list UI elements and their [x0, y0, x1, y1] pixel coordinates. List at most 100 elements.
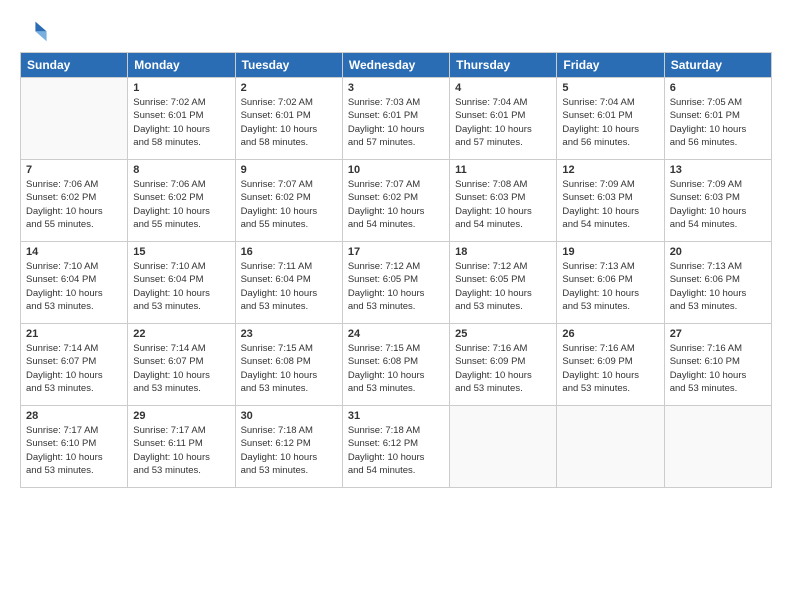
- day-info: Sunrise: 7:17 AM Sunset: 6:11 PM Dayligh…: [133, 424, 229, 477]
- day-info: Sunrise: 7:06 AM Sunset: 6:02 PM Dayligh…: [133, 178, 229, 231]
- calendar-cell: 19 Sunrise: 7:13 AM Sunset: 6:06 PM Dayli…: [557, 242, 664, 324]
- calendar-cell: 9 Sunrise: 7:07 AM Sunset: 6:02 PM Daylig…: [235, 160, 342, 242]
- day-number: 7: [26, 164, 122, 176]
- day-info: Sunrise: 7:07 AM Sunset: 6:02 PM Dayligh…: [241, 178, 337, 231]
- calendar-week-3: 14 Sunrise: 7:10 AM Sunset: 6:04 PM Dayli…: [21, 242, 772, 324]
- calendar-week-2: 7 Sunrise: 7:06 AM Sunset: 6:02 PM Daylig…: [21, 160, 772, 242]
- calendar-cell: 2Sunrise: 7:02 AM Sunset: 6:01 PM Daylig…: [235, 78, 342, 160]
- day-number: 6: [670, 82, 766, 94]
- day-info: Sunrise: 7:12 AM Sunset: 6:05 PM Dayligh…: [455, 260, 551, 313]
- calendar-cell: 8 Sunrise: 7:06 AM Sunset: 6:02 PM Daylig…: [128, 160, 235, 242]
- day-info: Sunrise: 7:14 AM Sunset: 6:07 PM Dayligh…: [133, 342, 229, 395]
- calendar-cell: 30 Sunrise: 7:18 AM Sunset: 6:12 PM Dayli…: [235, 406, 342, 488]
- day-info: Sunrise: 7:11 AM Sunset: 6:04 PM Dayligh…: [241, 260, 337, 313]
- calendar-cell: 6 Sunrise: 7:05 AM Sunset: 6:01 PM Daylig…: [664, 78, 771, 160]
- calendar-cell: 14Sunrise: 7:10 AM Sunset: 6:04 PM Dayli…: [21, 242, 128, 324]
- day-number: 10: [348, 164, 444, 176]
- day-number: 15: [133, 246, 229, 258]
- header: [20, 16, 772, 44]
- day-info: Sunrise: 7:13 AM Sunset: 6:06 PM Dayligh…: [562, 260, 658, 313]
- calendar-cell: 5Sunrise: 7:04 AM Sunset: 6:01 PM Daylig…: [557, 78, 664, 160]
- day-info: Sunrise: 7:05 AM Sunset: 6:01 PM Dayligh…: [670, 96, 766, 149]
- day-number: 30: [241, 410, 337, 422]
- calendar-cell: 17 Sunrise: 7:12 AM Sunset: 6:05 PM Dayli…: [342, 242, 449, 324]
- column-header-saturday: Saturday: [664, 53, 771, 78]
- calendar-table: SundayMondayTuesdayWednesdayThursdayFrid…: [20, 52, 772, 488]
- day-info: Sunrise: 7:09 AM Sunset: 6:03 PM Dayligh…: [562, 178, 658, 231]
- calendar-cell: 4 Sunrise: 7:04 AM Sunset: 6:01 PM Daylig…: [450, 78, 557, 160]
- day-number: 23: [241, 328, 337, 340]
- logo-icon: [20, 16, 48, 44]
- column-header-wednesday: Wednesday: [342, 53, 449, 78]
- day-number: 17: [348, 246, 444, 258]
- calendar-cell: [450, 406, 557, 488]
- column-header-thursday: Thursday: [450, 53, 557, 78]
- calendar-cell: 22Sunrise: 7:14 AM Sunset: 6:07 PM Dayli…: [128, 324, 235, 406]
- calendar-cell: 18 Sunrise: 7:12 AM Sunset: 6:05 PM Dayli…: [450, 242, 557, 324]
- calendar-cell: 21 Sunrise: 7:14 AM Sunset: 6:07 PM Dayli…: [21, 324, 128, 406]
- day-info: Sunrise: 7:15 AM Sunset: 6:08 PM Dayligh…: [241, 342, 337, 395]
- column-header-monday: Monday: [128, 53, 235, 78]
- day-info: Sunrise: 7:14 AM Sunset: 6:07 PM Dayligh…: [26, 342, 122, 395]
- day-info: Sunrise: 7:08 AM Sunset: 6:03 PM Dayligh…: [455, 178, 551, 231]
- day-number: 26: [562, 328, 658, 340]
- logo: [20, 16, 52, 44]
- day-info: Sunrise: 7:12 AM Sunset: 6:05 PM Dayligh…: [348, 260, 444, 313]
- day-number: 8: [133, 164, 229, 176]
- calendar-cell: 10 Sunrise: 7:07 AM Sunset: 6:02 PM Dayli…: [342, 160, 449, 242]
- calendar-cell: 24 Sunrise: 7:15 AM Sunset: 6:08 PM Dayli…: [342, 324, 449, 406]
- day-number: 3: [348, 82, 444, 94]
- day-info: Sunrise: 7:13 AM Sunset: 6:06 PM Dayligh…: [670, 260, 766, 313]
- day-info: Sunrise: 7:06 AM Sunset: 6:02 PM Dayligh…: [26, 178, 122, 231]
- calendar-cell: 3Sunrise: 7:03 AM Sunset: 6:01 PM Daylig…: [342, 78, 449, 160]
- calendar-cell: [664, 406, 771, 488]
- day-info: Sunrise: 7:16 AM Sunset: 6:09 PM Dayligh…: [562, 342, 658, 395]
- column-header-tuesday: Tuesday: [235, 53, 342, 78]
- day-info: Sunrise: 7:09 AM Sunset: 6:03 PM Dayligh…: [670, 178, 766, 231]
- calendar-cell: 7 Sunrise: 7:06 AM Sunset: 6:02 PM Daylig…: [21, 160, 128, 242]
- calendar-cell: 26 Sunrise: 7:16 AM Sunset: 6:09 PM Dayli…: [557, 324, 664, 406]
- day-number: 31: [348, 410, 444, 422]
- day-info: Sunrise: 7:16 AM Sunset: 6:09 PM Dayligh…: [455, 342, 551, 395]
- calendar-week-5: 28Sunrise: 7:17 AM Sunset: 6:10 PM Dayli…: [21, 406, 772, 488]
- calendar-cell: 1Sunrise: 7:02 AM Sunset: 6:01 PM Daylig…: [128, 78, 235, 160]
- calendar-cell: 13 Sunrise: 7:09 AM Sunset: 6:03 PM Dayli…: [664, 160, 771, 242]
- day-info: Sunrise: 7:18 AM Sunset: 6:12 PM Dayligh…: [241, 424, 337, 477]
- day-info: Sunrise: 7:04 AM Sunset: 6:01 PM Dayligh…: [562, 96, 658, 149]
- calendar-cell: 28Sunrise: 7:17 AM Sunset: 6:10 PM Dayli…: [21, 406, 128, 488]
- day-number: 20: [670, 246, 766, 258]
- calendar-cell: 20 Sunrise: 7:13 AM Sunset: 6:06 PM Dayli…: [664, 242, 771, 324]
- day-number: 25: [455, 328, 551, 340]
- calendar-week-4: 21 Sunrise: 7:14 AM Sunset: 6:07 PM Dayli…: [21, 324, 772, 406]
- day-number: 11: [455, 164, 551, 176]
- day-number: 13: [670, 164, 766, 176]
- day-number: 4: [455, 82, 551, 94]
- day-number: 21: [26, 328, 122, 340]
- day-number: 24: [348, 328, 444, 340]
- column-header-sunday: Sunday: [21, 53, 128, 78]
- day-info: Sunrise: 7:07 AM Sunset: 6:02 PM Dayligh…: [348, 178, 444, 231]
- day-number: 29: [133, 410, 229, 422]
- day-info: Sunrise: 7:17 AM Sunset: 6:10 PM Dayligh…: [26, 424, 122, 477]
- calendar-cell: 27 Sunrise: 7:16 AM Sunset: 6:10 PM Dayli…: [664, 324, 771, 406]
- day-number: 27: [670, 328, 766, 340]
- calendar-cell: 25 Sunrise: 7:16 AM Sunset: 6:09 PM Dayli…: [450, 324, 557, 406]
- calendar-cell: 31 Sunrise: 7:18 AM Sunset: 6:12 PM Dayli…: [342, 406, 449, 488]
- calendar-cell: 11 Sunrise: 7:08 AM Sunset: 6:03 PM Dayli…: [450, 160, 557, 242]
- day-number: 18: [455, 246, 551, 258]
- day-info: Sunrise: 7:10 AM Sunset: 6:04 PM Dayligh…: [133, 260, 229, 313]
- day-info: Sunrise: 7:02 AM Sunset: 6:01 PM Dayligh…: [241, 96, 337, 149]
- day-number: 19: [562, 246, 658, 258]
- day-info: Sunrise: 7:02 AM Sunset: 6:01 PM Dayligh…: [133, 96, 229, 149]
- day-info: Sunrise: 7:15 AM Sunset: 6:08 PM Dayligh…: [348, 342, 444, 395]
- day-info: Sunrise: 7:16 AM Sunset: 6:10 PM Dayligh…: [670, 342, 766, 395]
- day-number: 14: [26, 246, 122, 258]
- calendar-cell: 15 Sunrise: 7:10 AM Sunset: 6:04 PM Dayli…: [128, 242, 235, 324]
- day-info: Sunrise: 7:18 AM Sunset: 6:12 PM Dayligh…: [348, 424, 444, 477]
- column-header-friday: Friday: [557, 53, 664, 78]
- day-info: Sunrise: 7:04 AM Sunset: 6:01 PM Dayligh…: [455, 96, 551, 149]
- page: SundayMondayTuesdayWednesdayThursdayFrid…: [0, 0, 792, 612]
- day-number: 9: [241, 164, 337, 176]
- calendar-cell: 12Sunrise: 7:09 AM Sunset: 6:03 PM Dayli…: [557, 160, 664, 242]
- calendar-cell: 23 Sunrise: 7:15 AM Sunset: 6:08 PM Dayli…: [235, 324, 342, 406]
